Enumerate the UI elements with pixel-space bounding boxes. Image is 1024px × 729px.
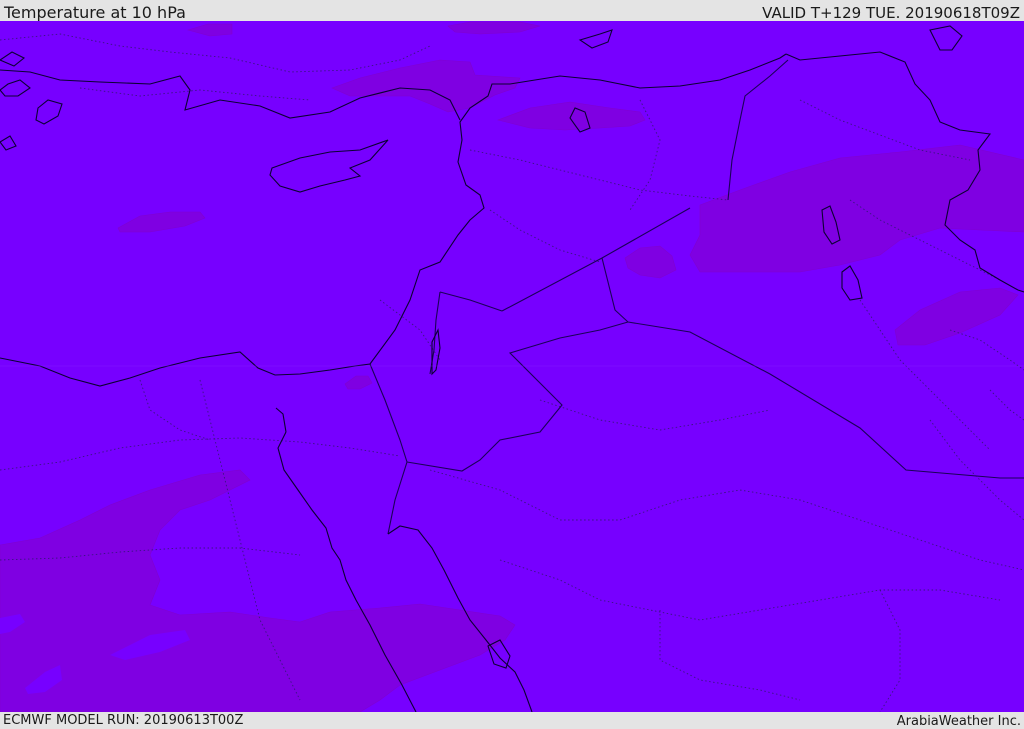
weather-map	[0, 21, 1024, 712]
valid-time-label: VALID T+129 TUE. 20190618T09Z	[762, 4, 1020, 22]
map-title: Temperature at 10 hPa	[4, 3, 186, 22]
header-bar: Temperature at 10 hPa VALID T+129 TUE. 2…	[0, 0, 1024, 22]
model-run-label: ECMWF MODEL RUN: 20190613T00Z	[3, 713, 244, 728]
footer-bar: ECMWF MODEL RUN: 20190613T00Z ArabiaWeat…	[0, 712, 1024, 729]
credit-label: ArabiaWeather Inc.	[896, 714, 1021, 729]
